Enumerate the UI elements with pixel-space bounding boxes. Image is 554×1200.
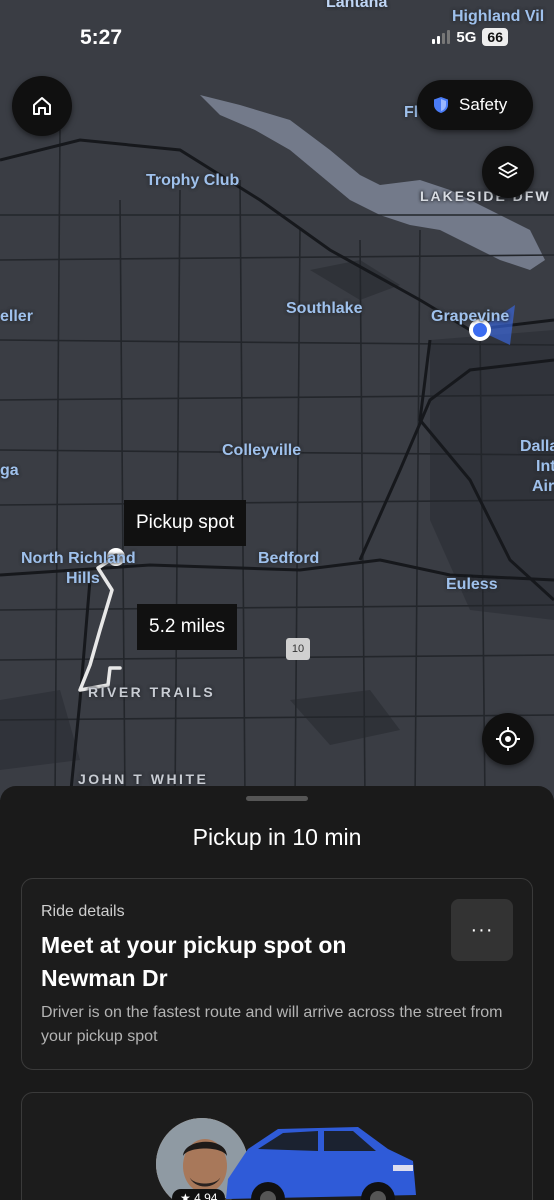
map-label-keller: eller [0,308,33,325]
pickup-eta-title: Pickup in 10 min [192,824,362,850]
map-label-grapevine: Grapevine [431,308,510,325]
distance-tag: 5.2 miles [137,604,238,650]
vehicle-image [226,1127,416,1200]
pickup-spot-tag[interactable]: Pickup spot [124,500,247,546]
safety-button[interactable]: Safety [417,80,533,130]
recenter-location-button[interactable] [482,713,534,765]
trip-bottom-sheet[interactable]: Pickup in 10 min Ride details Meet at yo… [0,786,554,1200]
battery-level: 66 [482,28,508,46]
crosshair-icon [496,727,520,751]
map-label-ga: ga [0,462,19,479]
map-label-euless: Euless [446,576,498,593]
sheet-drag-handle[interactable] [246,796,308,801]
network-type: 5G [456,28,477,46]
map-label-dallas-int: Int [536,458,554,475]
ride-details-label: Ride details [41,903,125,920]
driver-card[interactable]: ★ 4.94 [21,1092,533,1200]
map-label-river-trails: RIVER TRAILS [88,684,216,700]
home-icon [33,97,51,115]
layers-icon [498,162,518,179]
driver-rating-badge: ★ 4.94 [172,1189,226,1200]
more-options-icon: ··· [470,918,494,941]
map-label-dallas: Dalla [520,438,554,455]
map-label-lakeside: LAKESIDE DFW [420,188,551,204]
cellular-signal-icon [432,30,451,44]
map-layers-button[interactable] [482,146,534,198]
status-bar: 5:27 5G 66 [0,0,554,70]
pickup-instruction-description: Driver is on the fastest route and will … [41,1004,503,1045]
map-label-hills: Hills [66,570,100,587]
map-label-north-richland: North Richland [21,550,136,567]
map-label-southlake: Southlake [286,300,363,317]
pickup-instruction-heading: Meet at your pickup spot on Newman Dr [41,932,347,991]
map-label-bedford: Bedford [258,550,320,567]
home-button[interactable] [12,76,72,136]
shield-icon [434,97,448,113]
map-label-john-t-white: JOHN T WHITE [78,771,209,787]
more-options-button[interactable]: ··· [451,899,513,961]
map-label-dallas-air: Air [532,478,554,495]
highway-shield: 10 [286,638,310,660]
status-time: 5:27 [80,26,123,49]
map-label-trophy-club: Trophy Club [146,172,240,189]
safety-label: Safety [459,95,508,114]
ride-details-card[interactable]: Ride details Meet at your pickup spot on… [21,878,533,1070]
map-label-colleyville: Colleyville [222,442,302,459]
status-indicators: 5G 66 [432,28,508,46]
